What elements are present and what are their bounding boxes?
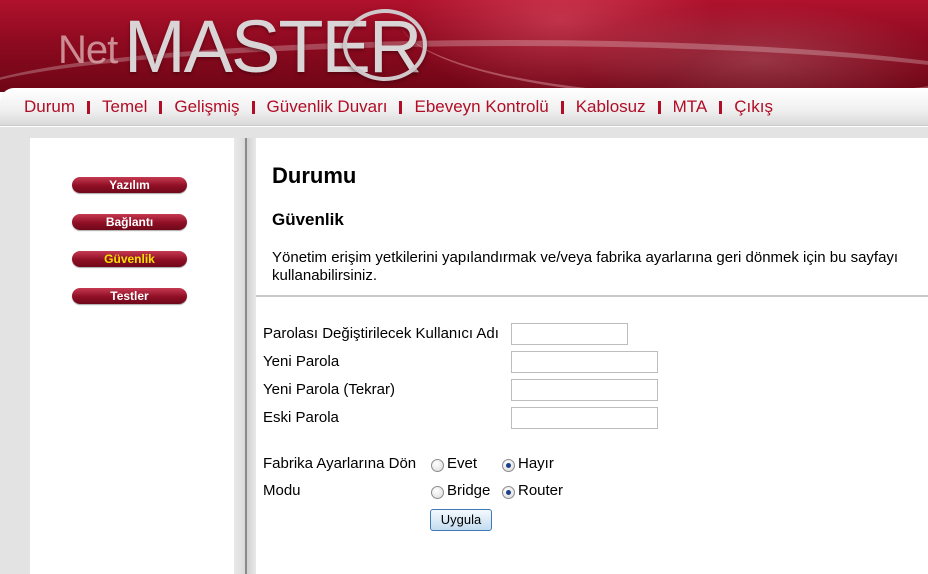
username-input[interactable] [511, 323, 628, 345]
column-divider-line [245, 138, 247, 574]
nav-gelismis[interactable]: Gelişmiş [174, 97, 239, 117]
new-password-input[interactable] [511, 351, 658, 373]
factory-reset-yes-label[interactable]: Evet [447, 455, 477, 472]
page-title: Durumu [272, 163, 357, 188]
factory-reset-label: Fabrika Ayarlarına Dön [263, 455, 417, 472]
section-divider [256, 295, 928, 297]
nav-mta[interactable]: MTA [673, 97, 708, 117]
sidebar-item-testler[interactable]: Testler [72, 288, 187, 304]
logo-net-text: Net [58, 28, 118, 72]
nav-separator [87, 101, 91, 114]
sidebar-item-baglanti[interactable]: Bağlantı [72, 214, 187, 230]
old-password-label: Eski Parola [263, 409, 339, 426]
sidebar-item-yazilim[interactable]: Yazılım [72, 177, 187, 193]
logo-ring [343, 9, 427, 81]
username-label: Parolası Değiştirilecek Kullanıcı Adı [263, 325, 499, 342]
sidebar-item-guvenlik[interactable]: Güvenlik [72, 251, 187, 267]
factory-reset-no-radio[interactable] [502, 459, 515, 472]
nav-durum[interactable]: Durum [24, 97, 75, 117]
nav-temel[interactable]: Temel [102, 97, 147, 117]
mode-router-radio[interactable] [502, 486, 515, 499]
mode-bridge-label[interactable]: Bridge [447, 482, 490, 499]
section-title: Güvenlik [272, 210, 344, 229]
factory-reset-yes-radio[interactable] [431, 459, 444, 472]
main-nav: Durum Temel Gelişmiş Güvenlik Duvarı Ebe… [0, 88, 928, 126]
nav-ebeveyn-kontrolu[interactable]: Ebeveyn Kontrolü [414, 97, 548, 117]
nav-separator [719, 101, 723, 114]
new-password-label: Yeni Parola [263, 353, 340, 370]
header-banner: Net MASTER [0, 0, 928, 92]
mode-bridge-radio[interactable] [431, 486, 444, 499]
nav-separator [159, 101, 163, 114]
nav-kablosuz[interactable]: Kablosuz [576, 97, 646, 117]
nav-guvenlik-duvari[interactable]: Güvenlik Duvarı [267, 97, 388, 117]
nav-separator [251, 101, 255, 114]
confirm-password-input[interactable] [511, 379, 658, 401]
nav-separator [560, 101, 564, 114]
sidebar [30, 138, 234, 574]
factory-reset-no-label[interactable]: Hayır [518, 455, 554, 472]
page-description: Yönetim erişim yetkilerini yapılandırmak… [272, 249, 899, 284]
confirm-password-label: Yeni Parola (Tekrar) [263, 381, 396, 398]
mode-label: Modu [263, 482, 301, 499]
nav-separator [657, 101, 661, 114]
old-password-input[interactable] [511, 407, 658, 429]
apply-button[interactable]: Uygula [430, 509, 492, 531]
nav-cikis[interactable]: Çıkış [734, 97, 773, 117]
mode-router-label[interactable]: Router [518, 482, 563, 499]
nav-separator [399, 101, 403, 114]
